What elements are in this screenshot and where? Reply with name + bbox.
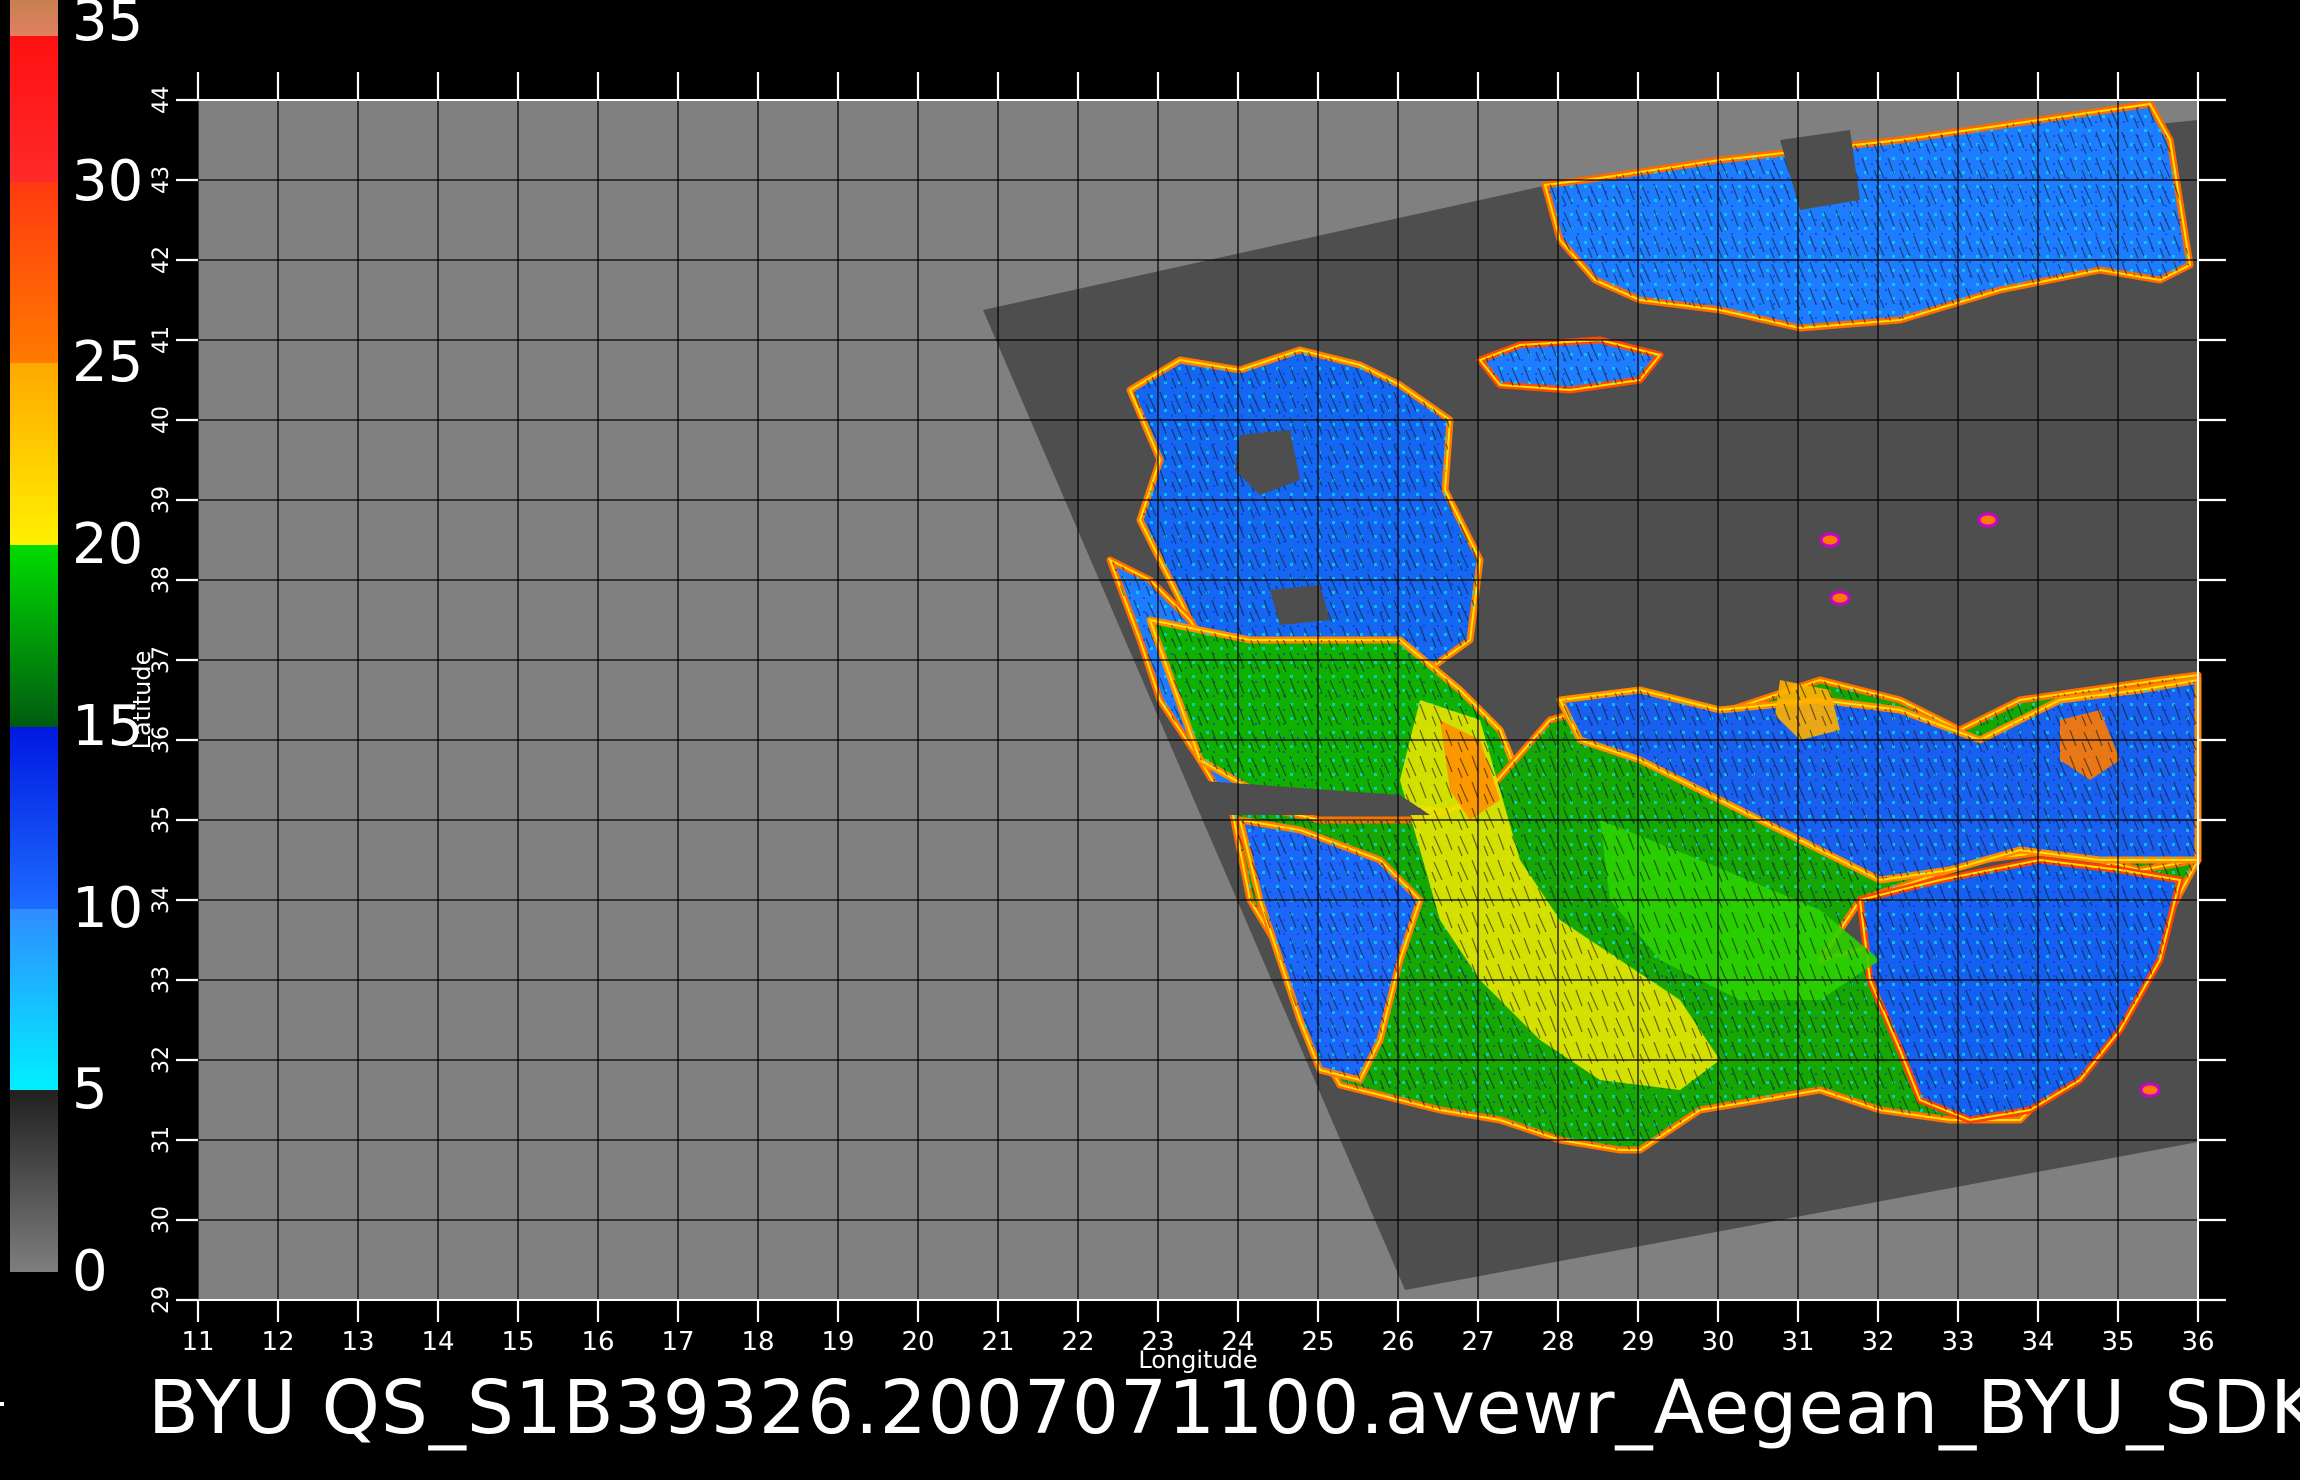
lon-tick-label: 33 (1941, 1327, 1974, 1357)
lon-tick-label: 19 (821, 1327, 854, 1357)
lat-tick-label: 41 (149, 326, 174, 354)
lon-tick-label: 27 (1461, 1327, 1494, 1357)
lat-tick-label: 43 (149, 166, 174, 194)
lon-tick-label: 35 (2101, 1327, 2134, 1357)
lat-tick-label: 29 (149, 1286, 174, 1314)
lon-tick-label: 30 (1701, 1327, 1734, 1357)
lat-tick-label: 38 (149, 566, 174, 594)
lat-tick-label: 42 (149, 246, 174, 274)
lat-tick-label: 30 (149, 1206, 174, 1234)
lon-tick-label: 28 (1541, 1327, 1574, 1357)
lon-tick-label: 29 (1621, 1327, 1654, 1357)
map-plot: 11 12 13 14 15 16 17 18 19 20 21 22 23 24 25 26 27 28 29 30… (128, 72, 2226, 1374)
lon-tick-label: 15 (501, 1327, 534, 1357)
map-figure: 35 30 25 20 15 10 5 0 11 12 13 14 15 16 17 18 19 20 21 22 2… (0, 0, 2300, 1480)
lat-tick-label: 32 (149, 1046, 174, 1074)
edge-marker (0, 1402, 4, 1406)
lon-tick-label: 17 (661, 1327, 694, 1357)
lon-tick-label: 11 (181, 1327, 214, 1357)
wind-region-marmara (1476, 336, 1664, 394)
lon-tick-label: 16 (581, 1327, 614, 1357)
footer-filename: BYU QS_S1B39326.2007071100.avewr_Aegean_… (148, 1365, 2300, 1451)
lat-tick-label: 31 (149, 1126, 174, 1154)
lat-tick-label: 39 (149, 486, 174, 514)
y-axis-title: Latitude (128, 651, 156, 750)
lon-tick-label: 26 (1381, 1327, 1414, 1357)
lon-tick-label: 12 (261, 1327, 294, 1357)
lon-tick-label: 34 (2021, 1327, 2054, 1357)
lon-tick-label: 14 (421, 1327, 454, 1357)
lat-tick-label: 33 (149, 966, 174, 994)
lon-tick-label: 31 (1781, 1327, 1814, 1357)
lon-tick-label: 20 (901, 1327, 934, 1357)
lon-tick-label: 22 (1061, 1327, 1094, 1357)
lat-tick-label: 34 (149, 886, 174, 914)
lat-tick-label: 35 (149, 806, 174, 834)
lon-tick-label: 13 (341, 1327, 374, 1357)
lat-tick-label: 40 (149, 406, 174, 434)
lon-tick-label: 21 (981, 1327, 1014, 1357)
lon-tick-label: 36 (2181, 1327, 2214, 1357)
lat-tick-label: 44 (149, 86, 174, 114)
lon-tick-label: 25 (1301, 1327, 1334, 1357)
lon-tick-label: 18 (741, 1327, 774, 1357)
lon-tick-label: 32 (1861, 1327, 1894, 1357)
